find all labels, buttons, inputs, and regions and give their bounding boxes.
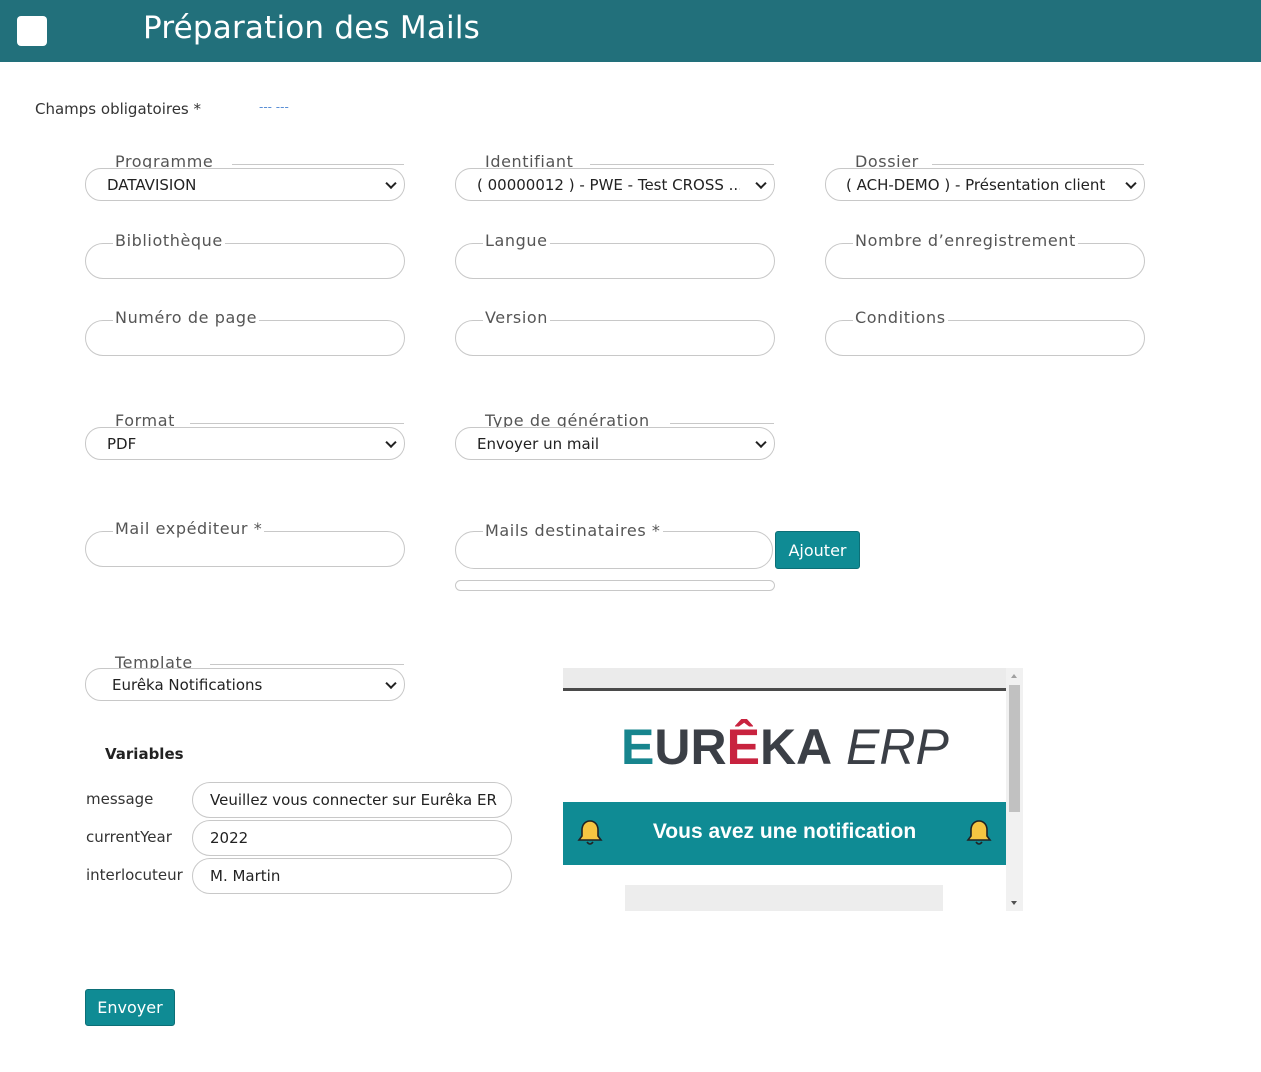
mail-expediteur-label: Mail expéditeur * [113,519,265,538]
format-value: PDF [107,434,137,453]
chevron-down-icon [755,436,767,448]
variable-value: M. Martin [210,867,281,885]
page-title: Préparation des Mails [143,10,481,46]
chevron-down-icon [385,436,397,448]
label-line [590,164,774,165]
mails-destinataires-label: Mails destinataires * [483,521,663,540]
bell-icon [966,820,992,845]
programme-select[interactable]: DATAVISION [85,168,405,201]
scroll-thumb[interactable] [1009,685,1020,812]
chevron-down-icon [1125,177,1137,189]
numero-page-label: Numéro de page [113,308,260,327]
label-line [190,423,404,424]
preview-top-band [563,668,1006,688]
variable-input-currentyear[interactable]: 2022 [192,820,512,856]
identifiant-select[interactable]: ( 00000012 ) - PWE - Test CROSS ... [455,168,775,201]
variable-value: Veuillez vous connecter sur Eurêka ERP [210,791,497,809]
variable-input-message[interactable]: Veuillez vous connecter sur Eurêka ERP [192,782,512,818]
label-line [232,164,404,165]
dossier-value: ( ACH-DEMO ) - Présentation client [846,175,1106,194]
template-select[interactable]: Eurêka Notifications [85,668,405,701]
app-header: Préparation des Mails [0,0,1261,62]
required-fields-note: Champs obligatoires * [35,100,202,118]
variable-name: message [86,790,154,808]
scroll-down-icon[interactable] [1011,901,1017,905]
preview-scrollbar[interactable] [1006,668,1023,911]
recipients-list [455,580,775,591]
label-line [670,423,774,424]
type-generation-select[interactable]: Envoyer un mail [455,427,775,460]
nombre-enregistrement-label: Nombre d’enregistrement [853,231,1078,250]
scroll-up-icon[interactable] [1011,674,1017,678]
bibliotheque-label: Bibliothèque [113,231,225,250]
variables-title: Variables [105,745,184,763]
email-preview[interactable]: EURÊKA ERP Vous avez une notification [563,668,1023,911]
type-generation-value: Envoyer un mail [477,434,599,453]
version-label: Version [483,308,551,327]
notification-text: Vous avez une notification [652,820,917,843]
variable-input-interlocuteur[interactable]: M. Martin [192,858,512,894]
ajouter-button[interactable]: Ajouter [775,531,860,569]
variable-value: 2022 [210,829,249,847]
menu-icon[interactable] [17,16,47,46]
identifiant-value: ( 00000012 ) - PWE - Test CROSS ... [477,175,740,194]
chevron-down-icon [755,177,767,189]
preview-divider [563,688,1006,691]
label-line [210,664,404,665]
variable-name: interlocuteur [86,866,183,884]
label-line [932,164,1144,165]
variable-name: currentYear [86,828,172,846]
conditions-label: Conditions [853,308,948,327]
required-fields-link[interactable]: --- --- [259,100,289,114]
template-value: Eurêka Notifications [112,675,263,694]
format-select[interactable]: PDF [85,427,405,460]
chevron-down-icon [385,177,397,189]
chevron-down-icon [385,677,397,689]
langue-label: Langue [483,231,550,250]
dossier-select[interactable]: ( ACH-DEMO ) - Présentation client [825,168,1145,201]
notification-banner: Vous avez une notification [563,802,1006,865]
programme-value: DATAVISION [107,175,197,194]
envoyer-button[interactable]: Envoyer [85,989,175,1026]
eureka-erp-logo: EURÊKA ERP [621,719,949,775]
preview-content-block [625,885,943,911]
